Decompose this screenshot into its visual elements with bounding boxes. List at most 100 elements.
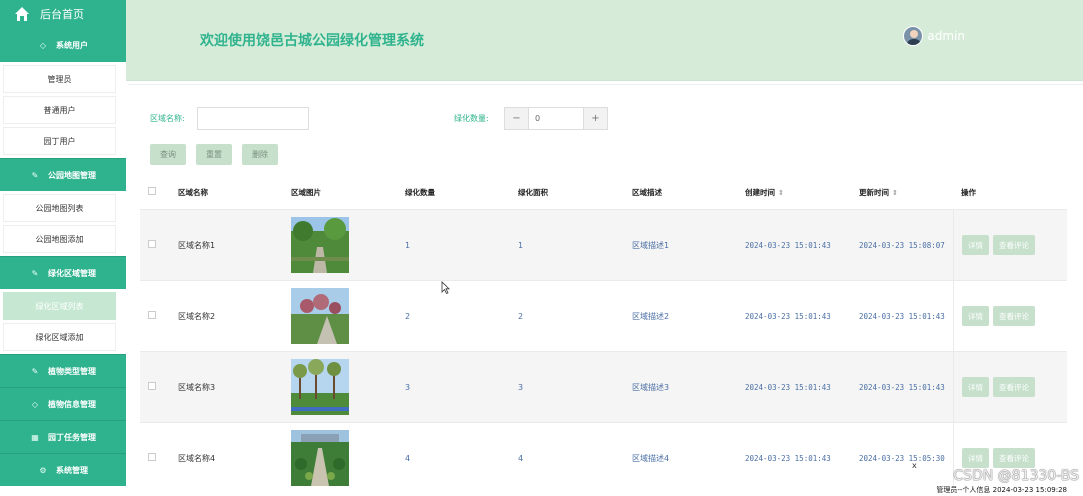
cell-created: 2024-03-23 15:01:43 (745, 382, 831, 392)
sidebar-item-label: 管理员 (47, 74, 72, 84)
column-header-updated[interactable]: 更新时间 ⇕ (859, 187, 953, 198)
area-image (291, 217, 349, 273)
column-header-image: 区域图片 (291, 187, 321, 197)
sidebar-home-label: 后台首页 (40, 8, 84, 21)
cell-updated: 2024-03-23 15:01:43 (859, 382, 945, 392)
cell-updated: 2024-03-23 15:08:07 (859, 240, 945, 250)
sidebar-group-gardener-task[interactable]: ▦ 园丁任务管理 (0, 420, 126, 453)
data-table: 区域名称 区域图片 绿化数量 绿化面积 区域描述 创建时间 ⇕ 更新时间 ⇕ 操作 … (140, 175, 1067, 493)
sidebar-group-label: 系统用户 (56, 40, 88, 50)
sort-icon[interactable]: ⇕ (778, 189, 784, 197)
row-checkbox[interactable] (148, 240, 156, 248)
detail-button[interactable]: 详情 (962, 235, 989, 255)
cell-area: 2 (518, 311, 524, 321)
column-header-area: 绿化面积 (518, 187, 548, 197)
cell-created: 2024-03-23 15:01:43 (745, 453, 831, 463)
cell-created: 2024-03-23 15:01:43 (745, 311, 831, 321)
diamond-icon: ◇ (39, 40, 47, 50)
cell-desc: 区域描述3 (632, 382, 670, 392)
sidebar-item-map-list[interactable]: 公园地图列表 (3, 194, 116, 222)
area-name-label: 区域名称: (150, 114, 185, 123)
cell-area: 4 (518, 453, 524, 463)
row-checkbox[interactable] (148, 453, 156, 461)
sidebar-item-area-list[interactable]: 绿化区域列表 (3, 292, 116, 320)
row-checkbox[interactable] (148, 382, 156, 390)
action-bar: 查询 重置 删除 (150, 144, 278, 165)
query-button[interactable]: 查询 (150, 144, 186, 165)
sidebar-item-label: 普通用户 (43, 105, 76, 115)
sidebar-group-system[interactable]: ⚙ 系统管理 (0, 453, 126, 486)
sidebar-item-normal-user[interactable]: 普通用户 (3, 96, 116, 124)
area-name-input[interactable] (196, 107, 309, 130)
sidebar-item-label: 绿化区域列表 (35, 301, 84, 311)
username[interactable]: admin (927, 29, 965, 43)
diamond-icon: ◇ (31, 399, 39, 409)
sidebar-item-gardener[interactable]: 园丁用户 (3, 127, 116, 155)
sidebar-item-label: 公园地图添加 (35, 234, 84, 244)
sidebar-group-label: 园丁任务管理 (48, 432, 96, 442)
sidebar-group-label: 植物信息管理 (48, 399, 96, 409)
sort-icon[interactable]: ⇕ (892, 189, 898, 197)
cell-count: 2 (405, 311, 411, 321)
search-form: 区域名称: 绿化数量: − 0 + (150, 107, 608, 130)
cell-name: 区域名称2 (178, 311, 216, 321)
watermark: CSDN @81330-BS (953, 468, 1079, 484)
cell-area: 1 (518, 240, 524, 250)
plus-icon[interactable]: + (584, 108, 607, 129)
top-header: 欢迎使用饶邑古城公园绿化管理系统 admin (126, 0, 1083, 81)
user-menu[interactable]: admin (903, 26, 965, 46)
cell-name: 区域名称1 (178, 240, 216, 250)
column-header-created[interactable]: 创建时间 ⇕ (745, 187, 859, 198)
app-window: 后台首页 ◇ 系统用户 管理员 普通用户 园丁用户 ✎ 公园地图管理 公园地图列… (0, 0, 1083, 496)
sidebar-item-admin[interactable]: 管理员 (3, 65, 116, 93)
sidebar-group-map[interactable]: ✎ 公园地图管理 (0, 158, 126, 191)
view-reviews-button[interactable]: 查看评论 (993, 448, 1035, 468)
close-icon[interactable]: x (912, 461, 917, 470)
row-checkbox[interactable] (148, 311, 156, 319)
sidebar-item-map-add[interactable]: 公园地图添加 (3, 225, 116, 253)
table-row: 区域名称2 2 2 区域描述2 2024-03-23 15:01:43 2024… (140, 280, 1067, 351)
avatar[interactable] (903, 26, 924, 46)
view-reviews-button[interactable]: 查看评论 (993, 377, 1035, 397)
mouse-cursor-icon (441, 281, 450, 294)
cell-count: 3 (405, 382, 411, 392)
column-header-label: 更新时间 (859, 187, 889, 197)
table-header: 区域名称 区域图片 绿化数量 绿化面积 区域描述 创建时间 ⇕ 更新时间 ⇕ 操作 (140, 175, 1067, 209)
view-reviews-button[interactable]: 查看评论 (993, 306, 1035, 326)
sidebar: 后台首页 ◇ 系统用户 管理员 普通用户 园丁用户 ✎ 公园地图管理 公园地图列… (0, 0, 126, 496)
sidebar-item-label: 公园地图列表 (35, 203, 84, 213)
delete-button[interactable]: 删除 (242, 144, 278, 165)
area-image (291, 288, 349, 344)
detail-button[interactable]: 详情 (962, 377, 989, 397)
count-label: 绿化数量: (454, 114, 489, 123)
count-value[interactable]: 0 (528, 108, 584, 129)
sidebar-group-area[interactable]: ✎ 绿化区域管理 (0, 256, 126, 289)
reset-button[interactable]: 重置 (196, 144, 232, 165)
sidebar-home[interactable]: 后台首页 (0, 0, 126, 28)
cell-name: 区域名称3 (178, 382, 216, 392)
home-icon (15, 7, 29, 21)
calendar-icon: ▦ (31, 432, 39, 442)
sidebar-group-label: 植物类型管理 (48, 366, 96, 376)
cell-desc: 区域描述1 (632, 240, 670, 250)
sidebar-group-users[interactable]: ◇ 系统用户 (0, 28, 126, 62)
main-content: 区域名称: 绿化数量: − 0 + 查询 重置 删除 区域名称 区域图片 绿化数… (128, 84, 1083, 496)
detail-button[interactable]: 详情 (962, 448, 989, 468)
sidebar-group-label: 系统管理 (56, 465, 88, 475)
cell-updated: 2024-03-23 15:05:30 (859, 453, 945, 463)
sidebar-group-plant-info[interactable]: ◇ 植物信息管理 (0, 387, 126, 420)
cell-desc: 区域描述2 (632, 311, 670, 321)
sidebar-group-plant-type[interactable]: ✎ 植物类型管理 (0, 354, 126, 387)
minus-icon[interactable]: − (505, 108, 528, 129)
select-all-checkbox[interactable] (148, 187, 156, 195)
column-header-label: 创建时间 (745, 187, 775, 197)
sidebar-item-area-add[interactable]: 绿化区域添加 (3, 323, 116, 351)
cell-created: 2024-03-23 15:01:43 (745, 240, 831, 250)
area-image (291, 430, 349, 486)
sidebar-group-label: 绿化区域管理 (48, 268, 96, 278)
count-stepper[interactable]: − 0 + (504, 107, 608, 130)
sidebar-item-label: 绿化区域添加 (35, 332, 84, 342)
view-reviews-button[interactable]: 查看评论 (993, 235, 1035, 255)
edit-icon: ✎ (31, 366, 39, 376)
detail-button[interactable]: 详情 (962, 306, 989, 326)
